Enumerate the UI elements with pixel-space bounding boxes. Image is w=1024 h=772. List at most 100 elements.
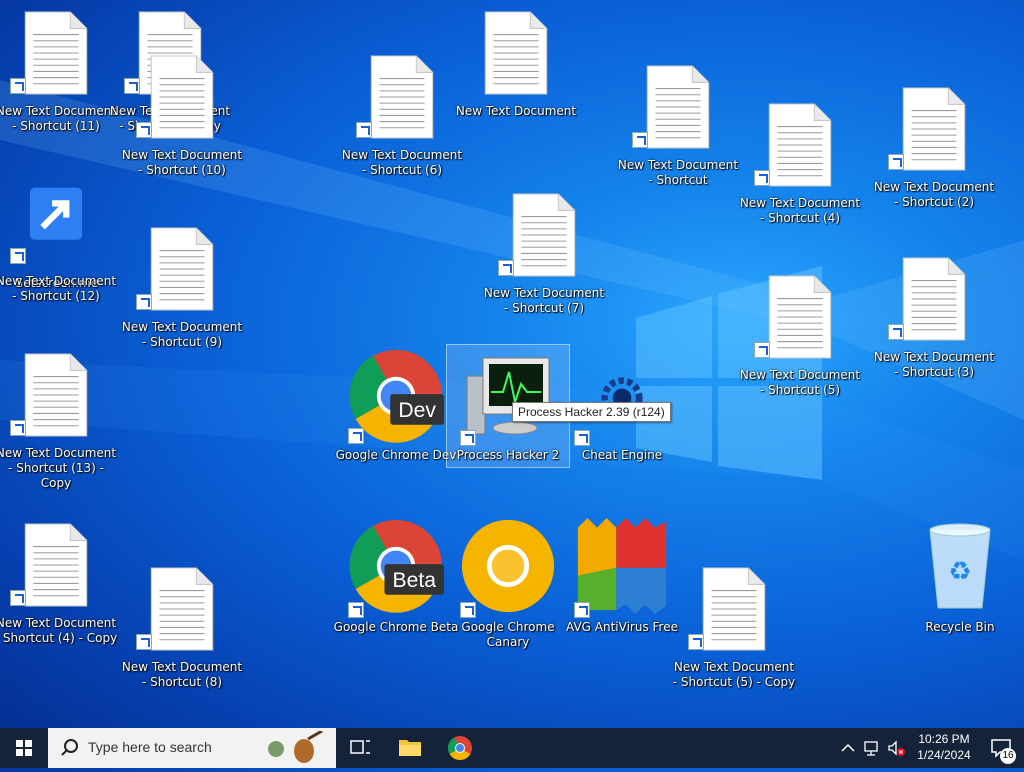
svg-text:Dev: Dev xyxy=(398,399,436,422)
start-button[interactable] xyxy=(0,728,48,768)
search-icon xyxy=(61,739,78,756)
desktop-icon-text-shortcut-2[interactable]: New Text Document - Shortcut (2) xyxy=(874,86,994,209)
text-document-icon xyxy=(21,522,91,608)
desktop-icon-label: Recycle Bin xyxy=(925,620,995,634)
desktop-icon-text-document[interactable]: New Text Document xyxy=(456,10,576,122)
text-document-icon xyxy=(643,64,713,150)
shortcut-arrow-icon xyxy=(632,132,648,148)
desktop-icon-text-shortcut-13-copy[interactable]: New Text Document - Shortcut (13) - Copy xyxy=(0,352,116,490)
chevron-up-icon[interactable] xyxy=(838,738,858,758)
shortcut-arrow-icon xyxy=(754,342,770,358)
desktop-icon-label: Google Chrome Beta xyxy=(333,620,459,634)
desktop-icon-label: New Text Document - Shortcut (10) xyxy=(121,148,243,177)
text-document-icon xyxy=(699,566,769,652)
text-document-icon xyxy=(21,10,91,96)
shortcut-arrow-icon xyxy=(754,170,770,186)
task-view-icon xyxy=(350,740,370,754)
desktop-icon-text-shortcut-5[interactable]: New Text Document - Shortcut (5) xyxy=(740,274,860,397)
shortcut-arrow-icon xyxy=(10,248,26,264)
desktop-icon-text-shortcut-6[interactable]: New Text Document - Shortcut (6) xyxy=(342,54,462,177)
desktop-icon-label: New Text Document - Shortcut (5) - Copy xyxy=(672,660,796,689)
text-document-icon xyxy=(147,226,217,312)
desktop-icon-text-shortcut[interactable]: New Text Document - Shortcut xyxy=(618,64,738,187)
desktop-icon-label: AVG AntiVirus Free xyxy=(566,620,678,634)
desktop-icon-text-shortcut-8[interactable]: New Text Document - Shortcut (8) xyxy=(122,566,242,689)
desktop-icon-label: New Text Document - Shortcut (13) - Copy xyxy=(0,446,117,490)
shortcut-arrow-icon xyxy=(574,430,590,446)
desktop-icon-text-shortcut-5-copy[interactable]: New Text Document - Shortcut (5) - Copy xyxy=(673,566,795,689)
getscreen-icon xyxy=(29,187,83,240)
action-center-button[interactable]: 16 xyxy=(988,734,1020,764)
desktop-icon-recycle-bin[interactable]: ♻ Recycle Bin xyxy=(904,522,1016,634)
desktop-icon-text-shortcut-11[interactable]: New Text Document - Shortcut (11) xyxy=(0,10,116,133)
chrome-taskbar-button[interactable] xyxy=(436,728,484,768)
desktop-icon-text-shortcut-10[interactable]: New Text Document - Shortcut (10) xyxy=(122,54,242,177)
desktop-icon-label: New Text Document - Shortcut (5) xyxy=(739,368,861,397)
shortcut-arrow-icon xyxy=(10,420,26,436)
shortcut-arrow-icon xyxy=(888,324,904,340)
clock-date: 1/24/2024 xyxy=(917,748,971,762)
text-document-icon xyxy=(509,192,579,278)
desktop-icon-chrome-dev[interactable]: Dev Google Chrome Dev xyxy=(336,346,456,462)
taskbar-search-box[interactable]: Type here to search xyxy=(48,728,336,768)
shortcut-arrow-icon xyxy=(348,602,364,618)
notification-count-badge: 16 xyxy=(1000,748,1016,764)
desktop-icon-label: New Text Document - Shortcut xyxy=(617,158,739,187)
process-hacker-tooltip: Process Hacker 2.39 (r124) xyxy=(512,402,671,422)
desktop-icon-label: New Text Document - Shortcut (3) xyxy=(873,350,995,379)
desktop-icon-chrome-beta[interactable]: Beta Google Chrome Beta xyxy=(334,518,458,634)
text-document-icon xyxy=(899,86,969,172)
search-placeholder: Type here to search xyxy=(88,739,212,755)
desktop-icon-chrome-canary[interactable]: Google Chrome Canary xyxy=(452,518,564,649)
desktop-icon-text-shortcut-4-copy[interactable]: New Text Document - Shortcut (4) - Copy xyxy=(0,522,117,645)
shortcut-arrow-icon xyxy=(688,634,704,650)
desktop-icon-label: Google Chrome Canary xyxy=(461,620,555,649)
file-explorer-button[interactable] xyxy=(386,728,434,768)
chrome-canary-icon xyxy=(461,519,555,613)
desktop-icon-label: New Text Document - Shortcut (12) xyxy=(0,274,117,303)
windows-start-icon xyxy=(16,740,32,756)
shortcut-arrow-icon xyxy=(348,428,364,444)
shortcut-arrow-icon xyxy=(460,602,476,618)
shortcut-arrow-icon xyxy=(574,602,590,618)
desktop-icon-text-shortcut-4[interactable]: New Text Document - Shortcut (4) xyxy=(740,102,860,225)
shortcut-arrow-icon xyxy=(136,634,152,650)
network-icon[interactable] xyxy=(862,738,882,758)
search-highlight-icon xyxy=(268,731,323,763)
shortcut-arrow-icon xyxy=(10,590,26,606)
svg-text:Beta: Beta xyxy=(393,569,437,592)
avg-icon xyxy=(577,518,667,614)
taskbar: Type here to search 10:26 PM 1/24/2024 1… xyxy=(0,728,1024,768)
desktop-icon-label: New Text Document - Shortcut (6) xyxy=(341,148,463,177)
clock-time: 10:26 PM xyxy=(918,732,970,746)
desktop-icon-label: New Text Document - Shortcut (2) xyxy=(873,180,995,209)
volume-muted-icon[interactable] xyxy=(886,738,906,758)
desktop-icon-label: New Text Document xyxy=(455,104,577,118)
desktop-icon-text-shortcut-9[interactable]: New Text Document - Shortcut (9) xyxy=(122,226,242,349)
desktop-icon-label: New Text Document - Shortcut (4) xyxy=(739,196,861,225)
desktop-icon-avg[interactable]: AVG AntiVirus Free xyxy=(566,518,678,634)
chrome-beta-icon: Beta xyxy=(349,519,444,613)
taskbar-clock[interactable]: 10:26 PM 1/24/2024 xyxy=(904,731,984,763)
desktop-icon-text-shortcut-7[interactable]: New Text Document - Shortcut (7) xyxy=(484,192,604,315)
text-document-icon xyxy=(21,352,91,438)
task-view-button[interactable] xyxy=(336,728,384,768)
svg-text:♻: ♻ xyxy=(948,557,971,587)
shortcut-arrow-icon xyxy=(498,260,514,276)
shortcut-arrow-icon xyxy=(136,294,152,310)
text-document-icon xyxy=(765,274,835,360)
desktop-icon-label: Cheat Engine xyxy=(581,448,663,462)
desktop-icon-label: New Text Document - Shortcut (9) xyxy=(121,320,243,349)
process-hacker-icon xyxy=(466,357,550,435)
text-document-icon xyxy=(147,54,217,140)
desktop-icon-label: New Text Document - Shortcut (7) xyxy=(483,286,605,315)
shortcut-arrow-icon xyxy=(888,154,904,170)
desktop-icon-label: New Text Document - Shortcut (4) - Copy xyxy=(0,616,118,645)
desktop-icon-text-shortcut-3[interactable]: New Text Document - Shortcut (3) xyxy=(874,256,994,379)
recycle-bin-icon: ♻ xyxy=(929,523,991,609)
desktop-icon-label: Process Hacker 2 xyxy=(456,448,560,462)
shortcut-arrow-icon xyxy=(136,122,152,138)
shortcut-arrow-icon xyxy=(10,78,26,94)
chrome-icon xyxy=(447,736,472,761)
folder-icon xyxy=(399,740,421,756)
